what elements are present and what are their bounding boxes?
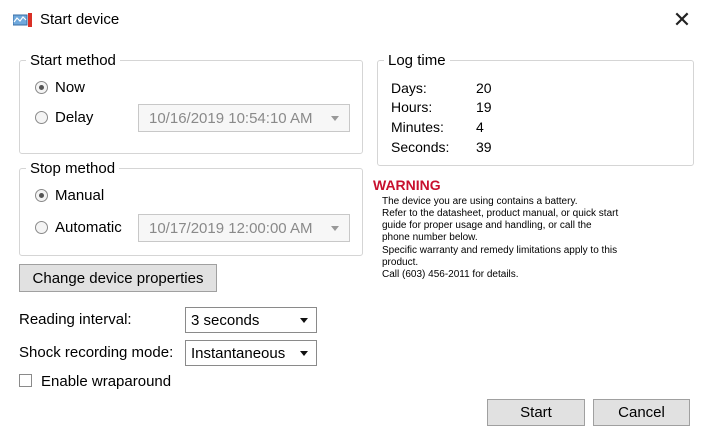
enable-wraparound-checkbox[interactable] [19,374,32,387]
shock-mode-select[interactable]: Instantaneous [185,340,317,366]
delay-datetime-value: 10/16/2019 10:54:10 AM [149,109,313,127]
chevron-down-icon [300,318,308,323]
log-minutes-label: Minutes: [391,119,444,135]
automatic-datetime-picker[interactable]: 10/17/2019 12:00:00 AM [138,214,350,242]
warning-line: phone number below. [382,232,478,243]
radio-unchecked-icon [35,221,48,234]
chevron-down-icon [331,116,339,121]
log-seconds-value: 39 [476,139,492,155]
stop-automatic-radio[interactable]: Automatic [35,219,122,236]
shock-mode-value: Instantaneous [191,344,286,362]
start-method-group: Start method [19,52,363,154]
window-title: Start device [40,11,120,28]
shock-mode-label: Shock recording mode: [19,344,174,361]
enable-wraparound-label: Enable wraparound [41,373,172,390]
warning-title: WARNING [373,177,441,193]
change-device-properties-button[interactable]: Change device properties [19,264,217,292]
log-minutes-value: 4 [476,119,484,135]
chevron-down-icon [300,351,308,356]
reading-interval-label: Reading interval: [19,311,132,328]
reading-interval-select[interactable]: 3 seconds [185,307,317,333]
automatic-datetime-value: 10/17/2019 12:00:00 AM [149,219,313,237]
warning-line: Call (603) 456-2011 for details. [382,269,519,280]
reading-interval-value: 3 seconds [191,311,260,329]
start-method-legend: Start method [30,52,116,69]
log-seconds-label: Seconds: [391,139,450,155]
start-now-label: Now [55,79,86,96]
close-icon[interactable]: ✕ [668,6,696,34]
stop-automatic-label: Automatic [55,219,122,236]
warning-line: product. [382,257,419,268]
radio-checked-icon [35,189,48,202]
warning-line: The device you are using contains a batt… [382,196,578,207]
log-days-label: Days: [391,80,427,96]
stop-manual-radio[interactable]: Manual [35,187,104,204]
warning-line: Specific warranty and remedy limitations… [382,245,618,256]
start-delay-label: Delay [55,109,94,126]
warning-line: Refer to the datasheet, product manual, … [382,208,619,219]
warning-line: guide for proper usage and handling, or … [382,220,592,231]
cancel-button[interactable]: Cancel [593,399,690,426]
start-device-dialog: Start device ✕ Start method Now Delay 10… [0,0,704,434]
chevron-down-icon [331,226,339,231]
title-bar: Start device ✕ [0,0,704,40]
log-hours-label: Hours: [391,99,433,115]
log-days-value: 20 [476,80,492,96]
stop-manual-label: Manual [55,187,105,204]
start-delay-radio[interactable]: Delay [35,109,93,126]
delay-datetime-picker[interactable]: 10/16/2019 10:54:10 AM [138,104,350,132]
radio-checked-icon [35,81,48,94]
app-icon [13,13,32,27]
radio-unchecked-icon [35,111,48,124]
log-hours-value: 19 [476,99,492,115]
start-now-radio[interactable]: Now [35,79,85,96]
stop-method-legend: Stop method [30,160,116,177]
start-button[interactable]: Start [487,399,585,426]
log-time-legend: Log time [388,52,446,69]
